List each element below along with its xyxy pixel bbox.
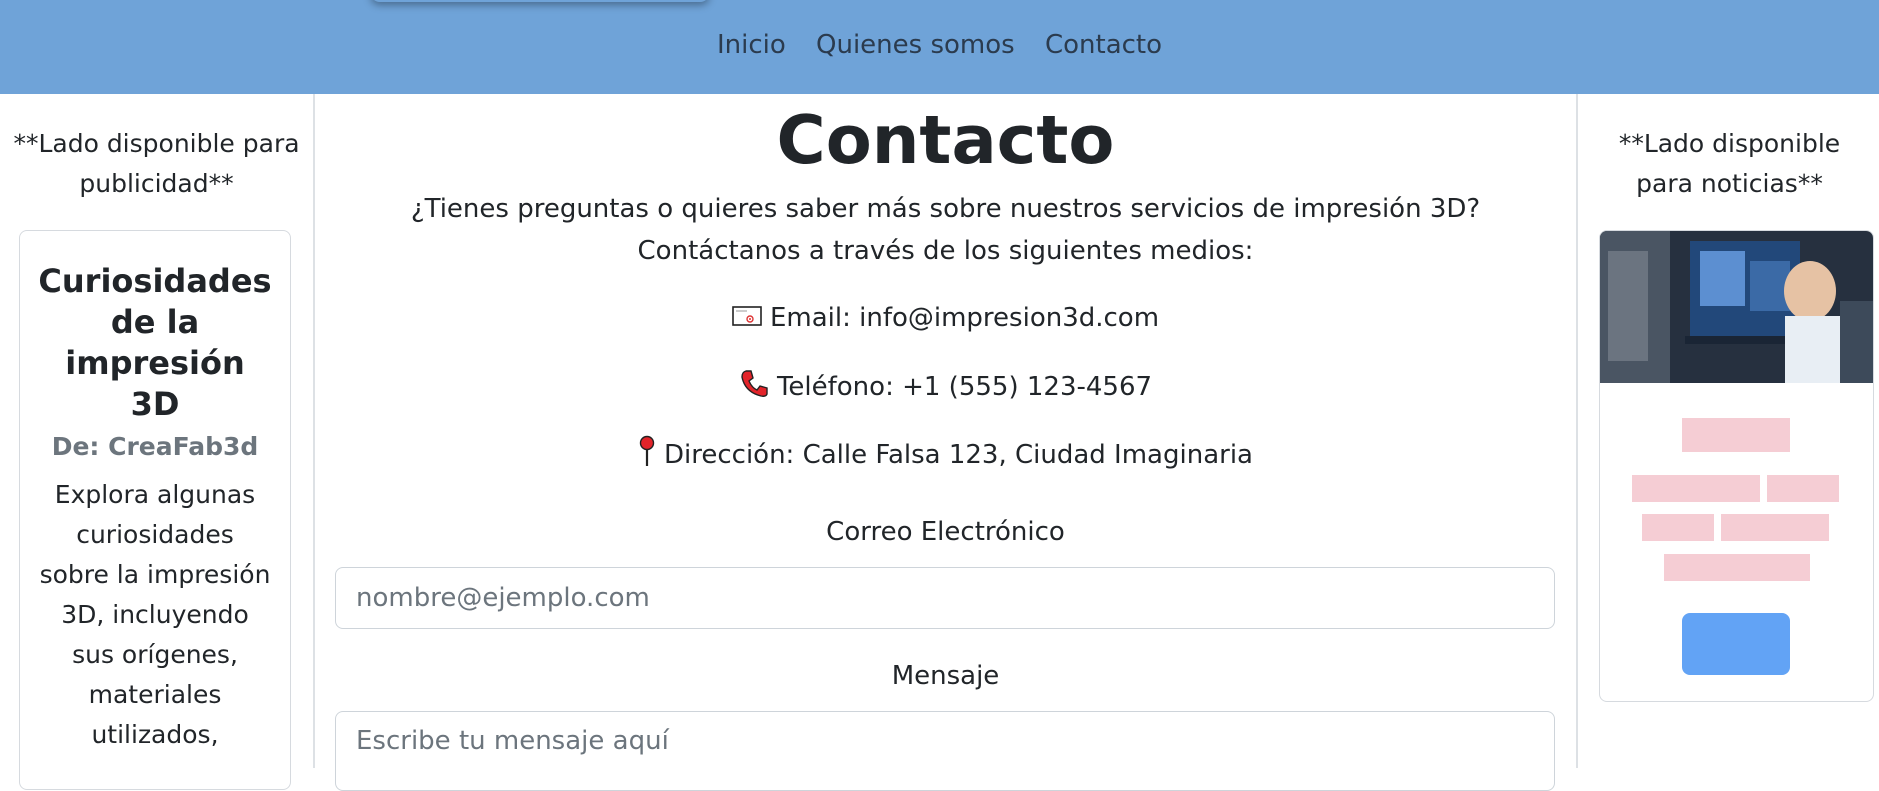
phone-line: Teléfono: +1 (555) 123-4567 xyxy=(315,368,1576,407)
nav-links: Inicio Quienes somos Contacto xyxy=(0,30,1879,60)
email-line: Email: info@impresion3d.com xyxy=(315,301,1576,336)
news-space-note: **Lado disponible para noticias** xyxy=(1618,129,1841,198)
news-text-placeholder xyxy=(1721,514,1829,541)
nav-link-quienes-somos[interactable]: Quienes somos xyxy=(816,30,1015,60)
right-sidebar: **Lado disponible para noticias** xyxy=(1576,94,1879,768)
message-field-label: Mensaje xyxy=(891,661,1000,691)
intro-text: ¿Tienes preguntas o quieres saber más so… xyxy=(410,194,1481,266)
address-text: Dirección: Calle Falsa 123, Ciudad Imagi… xyxy=(664,440,1253,470)
card-subtitle: De: CreaFab3d xyxy=(51,432,259,461)
address-line: Dirección: Calle Falsa 123, Ciudad Imagi… xyxy=(315,435,1576,476)
page-title: Contacto xyxy=(776,101,1115,179)
navbar: Inicio Quienes somos Contacto xyxy=(0,0,1879,94)
ad-space-note: **Lado disponible para publicidad** xyxy=(13,129,300,198)
card-text: Explora algunas curiosidades sobre la im… xyxy=(39,480,271,749)
main-content: Contacto ¿Tienes preguntas o quieres sab… xyxy=(315,94,1576,791)
logo-shadow xyxy=(370,0,710,2)
email-text: Email: info@impresion3d.com xyxy=(769,303,1160,333)
message-field[interactable] xyxy=(335,711,1555,791)
nav-link-contacto[interactable]: Contacto xyxy=(1045,30,1162,60)
telephone-icon xyxy=(739,368,769,407)
email-field[interactable] xyxy=(335,567,1555,629)
news-title-placeholder xyxy=(1682,418,1790,452)
news-card xyxy=(1599,230,1874,702)
left-sidebar: **Lado disponible para publicidad** Curi… xyxy=(0,94,315,790)
news-text-placeholder xyxy=(1632,475,1760,502)
news-button-placeholder[interactable] xyxy=(1682,613,1790,675)
email-field-label: Correo Electrónico xyxy=(826,517,1065,547)
nav-link-inicio[interactable]: Inicio xyxy=(717,30,786,60)
phone-text: Teléfono: +1 (555) 123-4567 xyxy=(776,372,1153,402)
card-title: Curiosidades de la impresión 3D xyxy=(38,262,272,423)
news-text-placeholder xyxy=(1664,554,1810,581)
pushpin-icon xyxy=(638,435,656,476)
news-image xyxy=(1600,231,1873,383)
envelope-icon xyxy=(732,302,762,336)
news-text-placeholder xyxy=(1767,475,1839,502)
curiosities-card: Curiosidades de la impresión 3D De: Crea… xyxy=(19,230,291,790)
news-text-placeholder xyxy=(1642,514,1714,541)
